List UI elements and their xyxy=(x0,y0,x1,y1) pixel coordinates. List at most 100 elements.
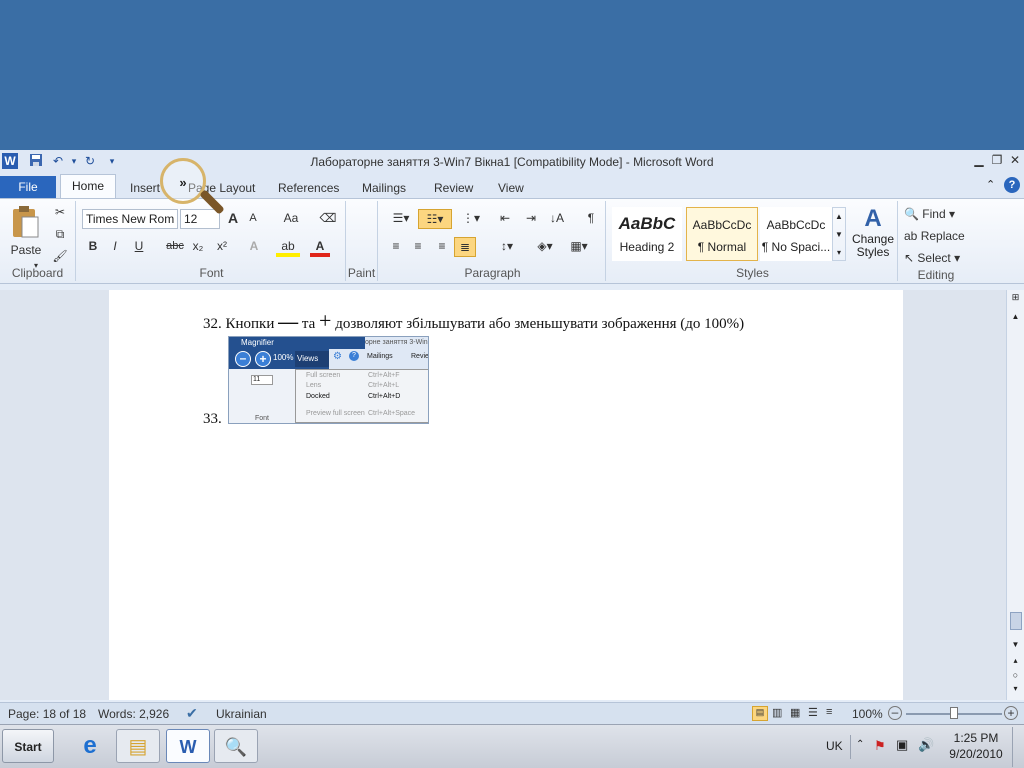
zoom-in-button[interactable]: + xyxy=(1004,706,1018,720)
italic-button[interactable]: I xyxy=(106,237,124,257)
page-counter[interactable]: Page: 18 of 18 xyxy=(8,707,86,721)
close-button[interactable]: ✕ xyxy=(1006,152,1024,168)
multilevel-list-icon[interactable]: ⋮▾ xyxy=(456,209,486,229)
shrink-font-button[interactable]: A xyxy=(244,209,262,229)
menu-item: Docked xyxy=(306,393,330,400)
change-styles-button[interactable]: A Change Styles xyxy=(850,205,896,259)
paragraph-label: Paragraph xyxy=(464,266,521,280)
prev-page-icon[interactable]: ▴ xyxy=(1009,656,1022,668)
align-left-icon[interactable]: ≡ xyxy=(386,237,406,257)
language[interactable]: Ukrainian xyxy=(216,707,267,721)
tab-file[interactable]: File xyxy=(0,176,56,198)
draft-icon[interactable]: ≡ xyxy=(826,706,832,718)
web-layout-icon[interactable]: ▦ xyxy=(790,706,800,719)
select-button[interactable]: ↖ Select ▾ xyxy=(904,249,970,269)
paint-group: Paint xyxy=(346,201,378,281)
align-right-icon[interactable]: ≡ xyxy=(432,237,452,257)
volume-icon[interactable]: 🔊 xyxy=(918,737,934,753)
scroll-up-icon[interactable]: ▲ xyxy=(1009,312,1022,324)
browse-object-icon[interactable]: ○ xyxy=(1009,670,1022,682)
style-normal[interactable]: AaBbCcDc ¶ Normal xyxy=(686,207,758,261)
underline-button[interactable]: U xyxy=(130,237,148,257)
tab-review[interactable]: Review xyxy=(430,180,477,200)
proofing-icon[interactable]: ✔ xyxy=(186,705,198,722)
zoom-out-button[interactable]: – xyxy=(888,706,902,720)
network-icon[interactable]: ▣ xyxy=(896,737,908,753)
show-hidden-icons-icon[interactable]: ⌃ xyxy=(856,739,864,750)
show-marks-icon[interactable]: ¶ xyxy=(580,209,602,229)
align-center-icon[interactable]: ≡ xyxy=(408,237,428,257)
clear-formatting-icon[interactable]: ⌫ xyxy=(318,209,338,229)
font-color-icon[interactable]: A xyxy=(310,237,330,257)
minimize-ribbon-icon[interactable]: ⌃ xyxy=(986,178,995,191)
language-indicator[interactable]: UK xyxy=(826,739,843,753)
menu-item: Preview full screen xyxy=(306,410,365,417)
font-size-combo[interactable]: 12 xyxy=(180,209,220,229)
word-taskbar-icon[interactable]: W xyxy=(166,729,210,763)
paste-icon[interactable] xyxy=(10,205,40,241)
taskbar: Start e ▤ W 🔍 UK ⌃ ⚑ ▣ 🔊 1:25 PM 9/20/20… xyxy=(0,724,1024,768)
tab-mailings[interactable]: Mailings xyxy=(358,180,410,200)
bg-mailings: Mailings xyxy=(367,353,393,360)
subscript-button[interactable]: x₂ xyxy=(188,237,208,257)
shading-icon[interactable]: ◈▾ xyxy=(530,237,560,257)
explorer-folder-icon[interactable]: ▤ xyxy=(116,729,160,763)
word-count[interactable]: Words: 2,926 xyxy=(98,707,169,721)
tab-view[interactable]: View xyxy=(494,180,528,200)
numbering-icon[interactable]: ☷▾ xyxy=(418,209,452,229)
highlight-icon[interactable]: ab xyxy=(276,237,300,257)
strikethrough-button[interactable]: abc xyxy=(164,237,186,257)
magnifier-taskbar-icon[interactable]: 🔍 xyxy=(214,729,258,763)
tab-home[interactable]: Home xyxy=(60,174,116,198)
scroll-thumb[interactable] xyxy=(1010,612,1022,630)
text-effects-icon[interactable]: A xyxy=(244,237,264,257)
full-screen-reading-icon[interactable]: ▥ xyxy=(772,706,782,719)
increase-indent-icon[interactable]: ⇥ xyxy=(520,209,542,229)
superscript-button[interactable]: x² xyxy=(212,237,232,257)
internet-explorer-icon[interactable]: e xyxy=(68,729,112,763)
grow-font-button[interactable]: A xyxy=(224,209,242,229)
print-layout-icon[interactable]: ▤ xyxy=(752,706,768,721)
tab-references[interactable]: References xyxy=(274,180,343,200)
bold-button[interactable]: B xyxy=(84,237,102,257)
list-item-32: 32. Кнопки — та + дозволяют збільшувати … xyxy=(203,308,744,334)
next-page-icon[interactable]: ▾ xyxy=(1009,684,1022,696)
replace-button[interactable]: ab Replace xyxy=(904,227,970,247)
clock-date[interactable]: 9/20/2010 xyxy=(946,747,1006,761)
find-button[interactable]: 🔍 Find ▾ xyxy=(904,205,970,225)
tab-insert[interactable]: Insert xyxy=(126,180,164,200)
action-center-icon[interactable]: ⚑ xyxy=(874,738,886,754)
copy-icon[interactable]: ⧉ xyxy=(50,225,70,245)
replace-label: Replace xyxy=(920,229,965,243)
scroll-down-icon[interactable]: ▼ xyxy=(1009,640,1022,652)
ruler-toggle-icon[interactable]: ⊞ xyxy=(1009,292,1022,308)
restore-button[interactable]: ❐ xyxy=(988,152,1006,168)
menu-key: Ctrl+Alt+Space xyxy=(368,410,416,417)
start-button[interactable]: Start xyxy=(2,729,54,763)
borders-icon[interactable]: ▦▾ xyxy=(564,237,594,257)
format-painter-icon[interactable]: 🖌 xyxy=(50,247,70,267)
show-desktop-button[interactable] xyxy=(1012,727,1024,767)
font-name-combo[interactable]: Times New Rom xyxy=(82,209,178,229)
style-no-spacing[interactable]: AaBbCcDc ¶ No Spaci... xyxy=(760,207,832,261)
clock-time[interactable]: 1:25 PM xyxy=(946,731,1006,745)
justify-icon[interactable]: ≣ xyxy=(454,237,476,257)
zoom-slider-thumb[interactable] xyxy=(950,707,958,719)
outline-icon[interactable]: ☰ xyxy=(808,706,818,719)
sort-icon[interactable]: ↓A xyxy=(546,209,568,229)
decrease-indent-icon[interactable]: ⇤ xyxy=(494,209,516,229)
style-heading2[interactable]: AaBbC Heading 2 xyxy=(612,207,682,261)
plus-symbol: + xyxy=(319,308,332,333)
line-spacing-icon[interactable]: ↕▾ xyxy=(492,237,522,257)
menu-key: Ctrl+Alt+L xyxy=(368,382,400,389)
bullets-icon[interactable]: ☰▾ xyxy=(386,209,416,229)
vertical-scrollbar[interactable]: ⊞ ▲ ▼ ▴ ○ ▾ xyxy=(1006,290,1024,700)
cut-icon[interactable]: ✂ xyxy=(50,203,70,223)
zoom-in-icon: + xyxy=(255,351,271,367)
zoom-level[interactable]: 100% xyxy=(852,707,883,721)
change-case-button[interactable]: Aa xyxy=(274,209,308,229)
find-label: Find xyxy=(922,207,946,221)
minimize-button[interactable]: ▁ xyxy=(970,152,988,168)
help-icon[interactable]: ? xyxy=(1004,177,1020,193)
styles-scroll-icon[interactable]: ▲ ▼ ▾ xyxy=(832,207,846,261)
